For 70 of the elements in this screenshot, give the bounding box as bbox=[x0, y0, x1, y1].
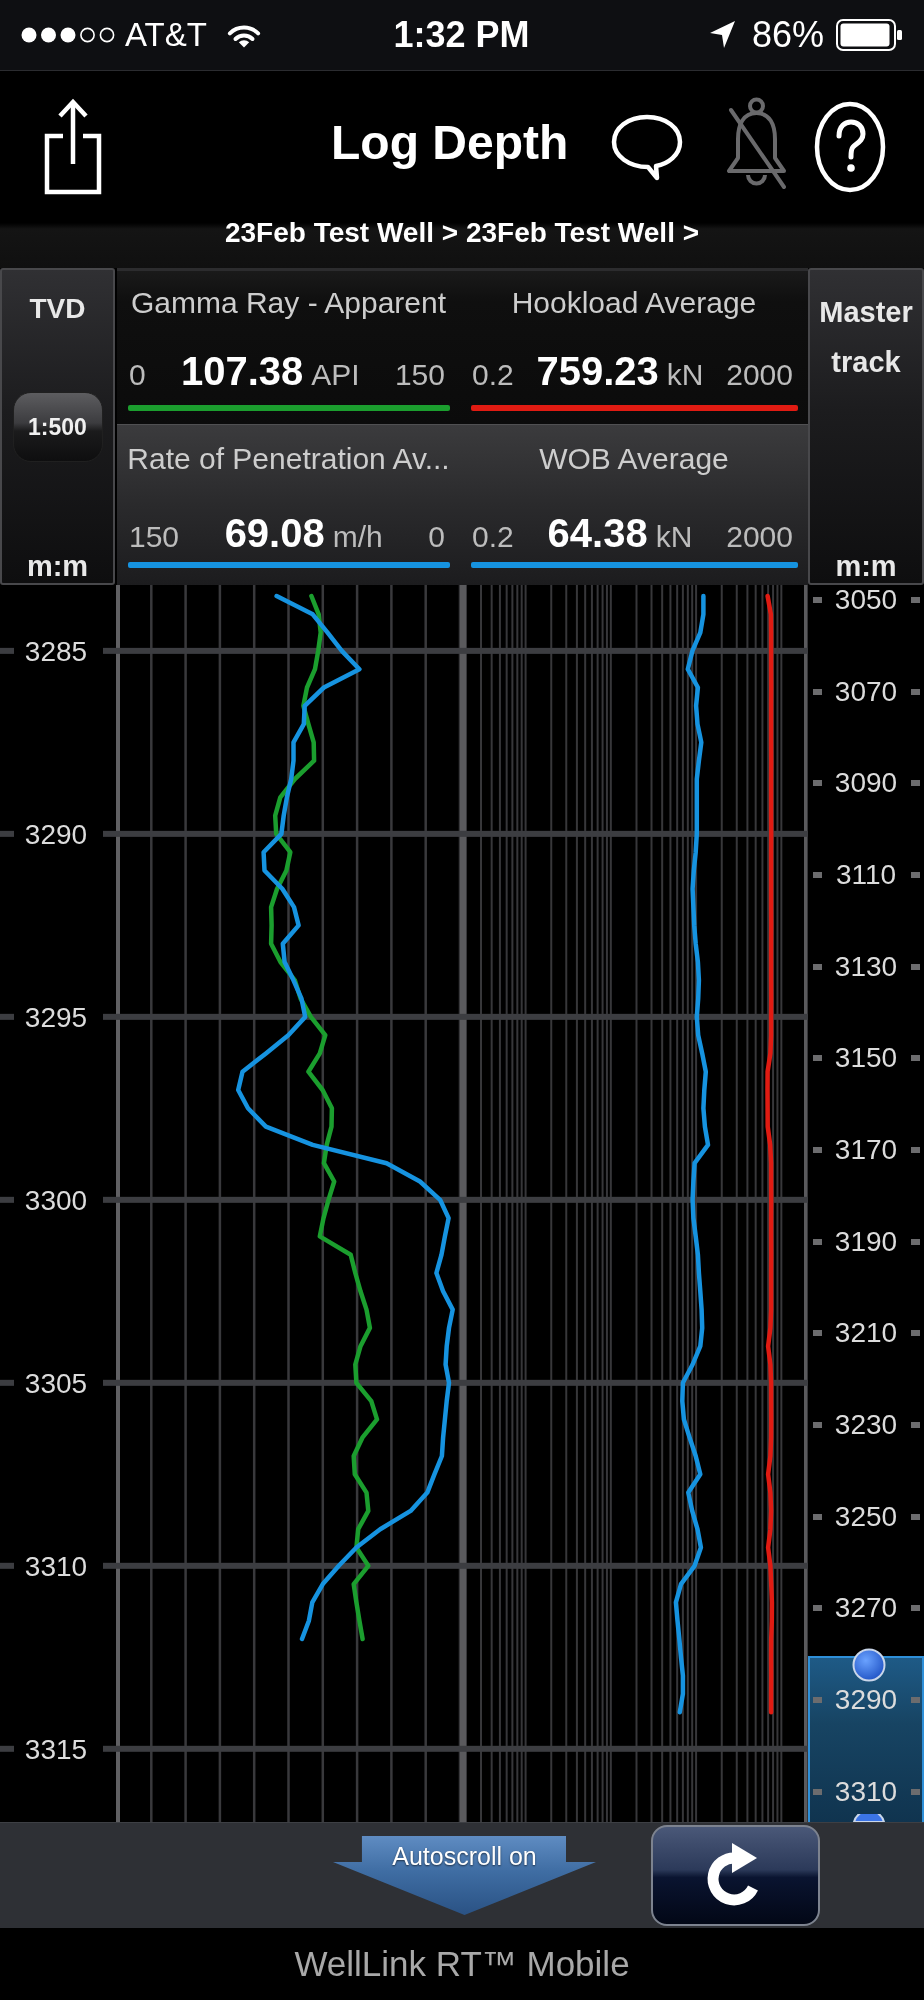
tick-mark bbox=[0, 647, 14, 654]
location-arrow-icon bbox=[708, 20, 736, 50]
scale-min-label: 150 bbox=[129, 519, 180, 555]
depth-tick-label: 3050 bbox=[834, 585, 898, 614]
page-title: Log Depth bbox=[331, 115, 569, 172]
tick-mark bbox=[0, 1196, 14, 1203]
app-name-label: WellLink RT™ Mobile bbox=[294, 1944, 630, 1984]
depth-tick-label: 3290 bbox=[24, 818, 88, 850]
curve-unit: API bbox=[311, 358, 360, 391]
tick-mark bbox=[0, 830, 14, 837]
scale-min-label: 0.2 bbox=[472, 519, 514, 555]
depth-type-label: TVD bbox=[29, 292, 86, 326]
curve-value: 69.08 bbox=[224, 511, 325, 555]
scale-min-label: 0 bbox=[129, 357, 146, 393]
scale-min-label: 0.2 bbox=[472, 357, 514, 393]
depth-tick-label: 3090 bbox=[834, 769, 898, 798]
status-time: 1:32 PM bbox=[393, 14, 530, 56]
scale-button[interactable]: 1:500 bbox=[12, 392, 103, 462]
master-track-label: Master track bbox=[818, 295, 914, 380]
signal-strength-icon bbox=[21, 27, 116, 43]
curve-value: 107.38 bbox=[180, 349, 304, 393]
curve-title: Hookload Average bbox=[510, 285, 758, 321]
carrier-name: AT&T bbox=[125, 16, 207, 54]
depth-tick-label: 3130 bbox=[834, 952, 898, 981]
scale-max-label: 150 bbox=[394, 357, 445, 393]
depth-tick-label: 3250 bbox=[834, 1502, 898, 1531]
curve-value: 64.38 bbox=[547, 511, 648, 555]
tick-mark bbox=[0, 1013, 14, 1020]
depth-tick-label: 3070 bbox=[834, 677, 898, 706]
depth-range-selector[interactable] bbox=[808, 1656, 924, 1822]
speech-bubble-icon[interactable] bbox=[610, 112, 685, 182]
depth-tick-label: 3210 bbox=[834, 1319, 898, 1348]
depth-tick-label: 3190 bbox=[834, 1227, 898, 1256]
depth-tick-label: 3270 bbox=[834, 1594, 898, 1623]
scale-max-label: 2000 bbox=[726, 519, 793, 555]
depth-tick-label: 3310 bbox=[834, 1777, 898, 1806]
help-icon[interactable] bbox=[814, 101, 887, 193]
depth-tick-label: 3305 bbox=[24, 1367, 88, 1399]
breadcrumb-path[interactable]: 23Feb Test Well > 23Feb Test Well > bbox=[224, 216, 700, 250]
share-icon[interactable] bbox=[44, 97, 102, 195]
tick-mark bbox=[0, 1562, 14, 1569]
tick-mark bbox=[0, 1745, 14, 1752]
depth-tick-label: 3290 bbox=[834, 1686, 898, 1715]
depth-unit-label: m:m bbox=[835, 549, 897, 583]
refresh-button[interactable] bbox=[651, 1825, 820, 1926]
depth-tick-label: 3285 bbox=[24, 635, 88, 667]
curve-unit: kN bbox=[655, 520, 693, 553]
tick-mark bbox=[0, 1379, 14, 1386]
depth-tick-label: 3110 bbox=[835, 860, 897, 889]
depth-tick-label: 3230 bbox=[834, 1411, 898, 1440]
curve-unit: kN bbox=[666, 358, 704, 391]
battery-icon bbox=[836, 19, 902, 51]
depth-tick-label: 3300 bbox=[24, 1184, 88, 1216]
battery-percent: 86% bbox=[751, 14, 824, 56]
slider-handle-icon[interactable] bbox=[852, 1814, 886, 1822]
depth-tick-label: 3170 bbox=[834, 1135, 898, 1164]
curve-value: 759.23 bbox=[536, 349, 659, 393]
curve-title: Rate of Penetration Av... bbox=[126, 441, 451, 477]
depth-unit-label: m:m bbox=[26, 549, 89, 583]
depth-tick-label: 3295 bbox=[24, 1001, 88, 1033]
curve-unit: m/h bbox=[332, 520, 383, 553]
autoscroll-button[interactable]: Autoscroll on bbox=[333, 1836, 596, 1915]
scale-max-label: 2000 bbox=[726, 357, 793, 393]
curve-title: WOB Average bbox=[538, 441, 730, 477]
curve-title: Gamma Ray - Apparent bbox=[129, 285, 448, 321]
depth-tick-label: 3315 bbox=[24, 1733, 88, 1765]
depth-tick-label: 3310 bbox=[24, 1550, 88, 1582]
scale-max-label: 0 bbox=[428, 519, 445, 555]
depth-tick-label: 3150 bbox=[834, 1044, 898, 1073]
slider-handle-icon[interactable] bbox=[852, 1648, 886, 1682]
